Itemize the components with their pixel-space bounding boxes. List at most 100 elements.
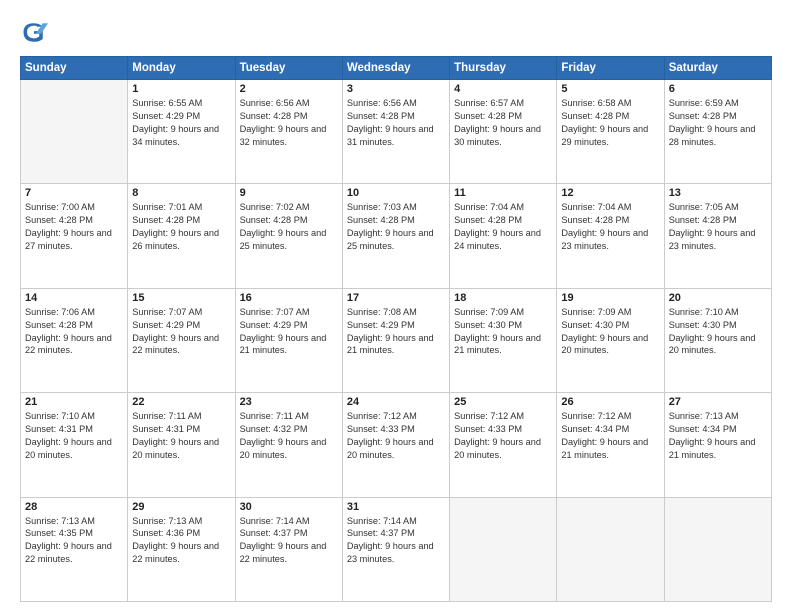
calendar-cell: 22 Sunrise: 7:11 AMSunset: 4:31 PMDaylig… — [128, 393, 235, 497]
day-number: 8 — [132, 187, 230, 199]
day-number: 31 — [347, 501, 445, 513]
cell-info: Sunrise: 7:07 AMSunset: 4:29 PMDaylight:… — [132, 307, 219, 356]
calendar-cell: 4 Sunrise: 6:57 AMSunset: 4:28 PMDayligh… — [450, 80, 557, 184]
cell-info: Sunrise: 7:13 AMSunset: 4:36 PMDaylight:… — [132, 516, 219, 565]
day-number: 5 — [561, 83, 659, 95]
calendar-cell — [450, 497, 557, 601]
day-number: 30 — [240, 501, 338, 513]
weekday-header-thursday: Thursday — [450, 57, 557, 80]
day-number: 16 — [240, 292, 338, 304]
cell-info: Sunrise: 7:11 AMSunset: 4:31 PMDaylight:… — [132, 411, 219, 460]
cell-info: Sunrise: 7:05 AMSunset: 4:28 PMDaylight:… — [669, 202, 756, 251]
calendar-cell: 5 Sunrise: 6:58 AMSunset: 4:28 PMDayligh… — [557, 80, 664, 184]
calendar-cell: 13 Sunrise: 7:05 AMSunset: 4:28 PMDaylig… — [664, 184, 771, 288]
calendar-cell: 18 Sunrise: 7:09 AMSunset: 4:30 PMDaylig… — [450, 288, 557, 392]
calendar-week-5: 28 Sunrise: 7:13 AMSunset: 4:35 PMDaylig… — [21, 497, 772, 601]
cell-info: Sunrise: 7:07 AMSunset: 4:29 PMDaylight:… — [240, 307, 327, 356]
day-number: 15 — [132, 292, 230, 304]
calendar-cell: 2 Sunrise: 6:56 AMSunset: 4:28 PMDayligh… — [235, 80, 342, 184]
logo-icon — [20, 18, 48, 46]
cell-info: Sunrise: 7:01 AMSunset: 4:28 PMDaylight:… — [132, 202, 219, 251]
calendar-week-2: 7 Sunrise: 7:00 AMSunset: 4:28 PMDayligh… — [21, 184, 772, 288]
day-number: 7 — [25, 187, 123, 199]
page: SundayMondayTuesdayWednesdayThursdayFrid… — [0, 0, 792, 612]
cell-info: Sunrise: 7:03 AMSunset: 4:28 PMDaylight:… — [347, 202, 434, 251]
weekday-header-sunday: Sunday — [21, 57, 128, 80]
cell-info: Sunrise: 6:57 AMSunset: 4:28 PMDaylight:… — [454, 98, 541, 147]
calendar-cell — [664, 497, 771, 601]
cell-info: Sunrise: 6:55 AMSunset: 4:29 PMDaylight:… — [132, 98, 219, 147]
calendar-cell — [557, 497, 664, 601]
calendar-week-1: 1 Sunrise: 6:55 AMSunset: 4:29 PMDayligh… — [21, 80, 772, 184]
cell-info: Sunrise: 7:12 AMSunset: 4:33 PMDaylight:… — [454, 411, 541, 460]
day-number: 14 — [25, 292, 123, 304]
day-number: 2 — [240, 83, 338, 95]
calendar-cell: 12 Sunrise: 7:04 AMSunset: 4:28 PMDaylig… — [557, 184, 664, 288]
weekday-header-saturday: Saturday — [664, 57, 771, 80]
calendar-cell: 3 Sunrise: 6:56 AMSunset: 4:28 PMDayligh… — [342, 80, 449, 184]
calendar-cell: 6 Sunrise: 6:59 AMSunset: 4:28 PMDayligh… — [664, 80, 771, 184]
day-number: 6 — [669, 83, 767, 95]
calendar-cell: 8 Sunrise: 7:01 AMSunset: 4:28 PMDayligh… — [128, 184, 235, 288]
calendar-cell: 16 Sunrise: 7:07 AMSunset: 4:29 PMDaylig… — [235, 288, 342, 392]
calendar-cell: 30 Sunrise: 7:14 AMSunset: 4:37 PMDaylig… — [235, 497, 342, 601]
calendar-cell: 28 Sunrise: 7:13 AMSunset: 4:35 PMDaylig… — [21, 497, 128, 601]
cell-info: Sunrise: 7:04 AMSunset: 4:28 PMDaylight:… — [454, 202, 541, 251]
cell-info: Sunrise: 7:00 AMSunset: 4:28 PMDaylight:… — [25, 202, 112, 251]
day-number: 28 — [25, 501, 123, 513]
cell-info: Sunrise: 6:56 AMSunset: 4:28 PMDaylight:… — [240, 98, 327, 147]
logo — [20, 18, 52, 46]
day-number: 13 — [669, 187, 767, 199]
calendar-cell: 15 Sunrise: 7:07 AMSunset: 4:29 PMDaylig… — [128, 288, 235, 392]
cell-info: Sunrise: 7:12 AMSunset: 4:33 PMDaylight:… — [347, 411, 434, 460]
day-number: 18 — [454, 292, 552, 304]
weekday-header-wednesday: Wednesday — [342, 57, 449, 80]
day-number: 11 — [454, 187, 552, 199]
day-number: 29 — [132, 501, 230, 513]
cell-info: Sunrise: 7:14 AMSunset: 4:37 PMDaylight:… — [240, 516, 327, 565]
calendar-week-4: 21 Sunrise: 7:10 AMSunset: 4:31 PMDaylig… — [21, 393, 772, 497]
calendar-cell: 29 Sunrise: 7:13 AMSunset: 4:36 PMDaylig… — [128, 497, 235, 601]
cell-info: Sunrise: 7:10 AMSunset: 4:31 PMDaylight:… — [25, 411, 112, 460]
weekday-header-friday: Friday — [557, 57, 664, 80]
cell-info: Sunrise: 7:14 AMSunset: 4:37 PMDaylight:… — [347, 516, 434, 565]
day-number: 3 — [347, 83, 445, 95]
calendar-cell: 31 Sunrise: 7:14 AMSunset: 4:37 PMDaylig… — [342, 497, 449, 601]
cell-info: Sunrise: 7:02 AMSunset: 4:28 PMDaylight:… — [240, 202, 327, 251]
cell-info: Sunrise: 7:10 AMSunset: 4:30 PMDaylight:… — [669, 307, 756, 356]
cell-info: Sunrise: 7:13 AMSunset: 4:34 PMDaylight:… — [669, 411, 756, 460]
day-number: 9 — [240, 187, 338, 199]
day-number: 4 — [454, 83, 552, 95]
calendar-cell: 17 Sunrise: 7:08 AMSunset: 4:29 PMDaylig… — [342, 288, 449, 392]
day-number: 19 — [561, 292, 659, 304]
day-number: 23 — [240, 396, 338, 408]
cell-info: Sunrise: 6:56 AMSunset: 4:28 PMDaylight:… — [347, 98, 434, 147]
cell-info: Sunrise: 7:09 AMSunset: 4:30 PMDaylight:… — [561, 307, 648, 356]
weekday-header-row: SundayMondayTuesdayWednesdayThursdayFrid… — [21, 57, 772, 80]
weekday-header-monday: Monday — [128, 57, 235, 80]
cell-info: Sunrise: 7:12 AMSunset: 4:34 PMDaylight:… — [561, 411, 648, 460]
day-number: 12 — [561, 187, 659, 199]
day-number: 10 — [347, 187, 445, 199]
day-number: 26 — [561, 396, 659, 408]
calendar-cell: 26 Sunrise: 7:12 AMSunset: 4:34 PMDaylig… — [557, 393, 664, 497]
calendar-cell: 11 Sunrise: 7:04 AMSunset: 4:28 PMDaylig… — [450, 184, 557, 288]
day-number: 24 — [347, 396, 445, 408]
calendar-cell: 20 Sunrise: 7:10 AMSunset: 4:30 PMDaylig… — [664, 288, 771, 392]
cell-info: Sunrise: 7:13 AMSunset: 4:35 PMDaylight:… — [25, 516, 112, 565]
calendar-cell: 1 Sunrise: 6:55 AMSunset: 4:29 PMDayligh… — [128, 80, 235, 184]
calendar-cell: 10 Sunrise: 7:03 AMSunset: 4:28 PMDaylig… — [342, 184, 449, 288]
weekday-header-tuesday: Tuesday — [235, 57, 342, 80]
cell-info: Sunrise: 7:09 AMSunset: 4:30 PMDaylight:… — [454, 307, 541, 356]
cell-info: Sunrise: 7:08 AMSunset: 4:29 PMDaylight:… — [347, 307, 434, 356]
header — [20, 18, 772, 46]
cell-info: Sunrise: 6:58 AMSunset: 4:28 PMDaylight:… — [561, 98, 648, 147]
day-number: 17 — [347, 292, 445, 304]
calendar-cell — [21, 80, 128, 184]
calendar-week-3: 14 Sunrise: 7:06 AMSunset: 4:28 PMDaylig… — [21, 288, 772, 392]
calendar-cell: 27 Sunrise: 7:13 AMSunset: 4:34 PMDaylig… — [664, 393, 771, 497]
calendar-cell: 14 Sunrise: 7:06 AMSunset: 4:28 PMDaylig… — [21, 288, 128, 392]
calendar-cell: 19 Sunrise: 7:09 AMSunset: 4:30 PMDaylig… — [557, 288, 664, 392]
cell-info: Sunrise: 7:06 AMSunset: 4:28 PMDaylight:… — [25, 307, 112, 356]
calendar-cell: 7 Sunrise: 7:00 AMSunset: 4:28 PMDayligh… — [21, 184, 128, 288]
